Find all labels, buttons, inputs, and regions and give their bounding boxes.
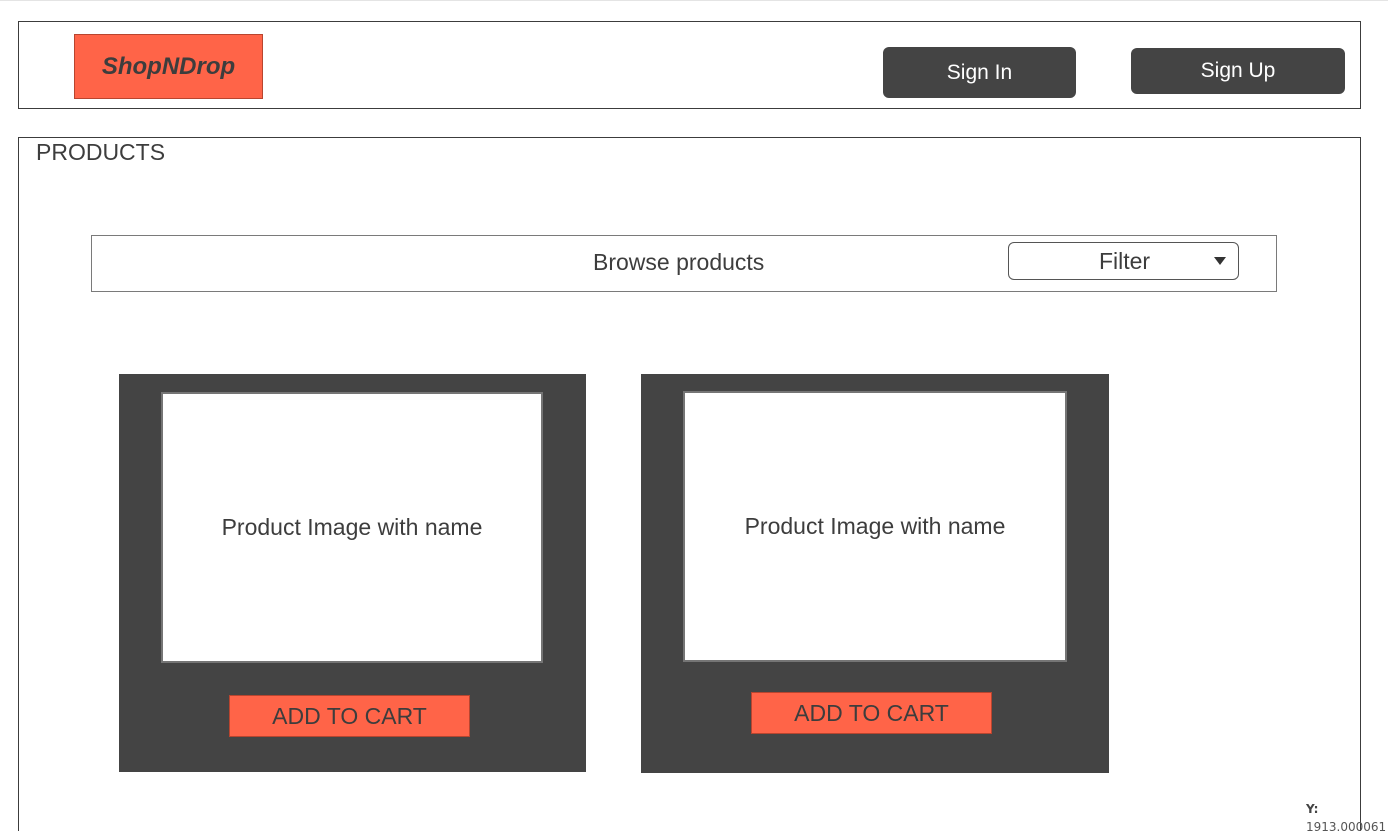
shopndrop-logo[interactable]: ShopNDrop bbox=[74, 34, 263, 99]
browse-products-label: Browse products bbox=[593, 249, 765, 275]
top-divider bbox=[0, 0, 1388, 1]
filter-selected-value: Filter bbox=[1098, 248, 1151, 274]
y-label: Y: bbox=[1306, 802, 1319, 816]
caret-down-icon bbox=[1214, 257, 1226, 265]
product-card: Product Image with name ADD TO CART bbox=[641, 374, 1109, 773]
sign-in-button[interactable]: Sign In bbox=[883, 47, 1076, 98]
y-value: 1913.000061 bbox=[1306, 820, 1387, 832]
sign-up-button[interactable]: Sign Up bbox=[1131, 48, 1345, 94]
coordinate-readout: Y: 1913.000061 bbox=[1306, 800, 1386, 832]
wireframe-page: ShopNDrop Sign In Sign Up PRODUCTS Brows… bbox=[0, 0, 1388, 832]
add-to-cart-button[interactable]: ADD TO CART bbox=[751, 692, 992, 734]
product-image[interactable]: Product Image with name bbox=[683, 391, 1067, 662]
product-card: Product Image with name ADD TO CART bbox=[119, 374, 586, 772]
products-title: PRODUCTS bbox=[36, 139, 166, 165]
add-to-cart-button[interactable]: ADD TO CART bbox=[229, 695, 470, 737]
filter-dropdown[interactable]: Filter bbox=[1008, 242, 1239, 280]
product-image[interactable]: Product Image with name bbox=[161, 392, 543, 663]
